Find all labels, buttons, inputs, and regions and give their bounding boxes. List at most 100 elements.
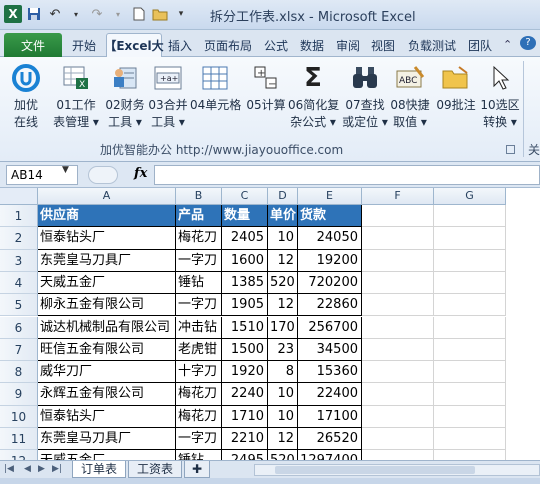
table-cell[interactable]: 1600 bbox=[222, 249, 268, 272]
new-document-icon[interactable] bbox=[130, 5, 148, 23]
table-cell[interactable]: 威华刀厂 bbox=[38, 361, 176, 384]
sheet-tab-orders[interactable]: 订单表 bbox=[72, 461, 126, 478]
table-cell[interactable]: 十字刀 bbox=[176, 361, 222, 384]
row-header[interactable]: 2 bbox=[0, 227, 38, 250]
empty-cell[interactable] bbox=[434, 271, 506, 295]
column-header[interactable]: B bbox=[176, 188, 222, 205]
table-cell[interactable]: 8 bbox=[268, 361, 298, 384]
row-header[interactable]: 4 bbox=[0, 271, 38, 295]
dropdown-icon[interactable]: ▾ bbox=[109, 5, 127, 23]
calculate-button[interactable]: + − 05计算 bbox=[242, 63, 290, 114]
table-cell[interactable]: 一字刀 bbox=[176, 428, 222, 451]
table-cell[interactable]: 梅花刀 bbox=[176, 405, 222, 428]
tab-team[interactable]: 团队 bbox=[464, 33, 496, 57]
help-icon[interactable]: ? bbox=[520, 36, 536, 50]
table-cell[interactable]: 24050 bbox=[298, 227, 362, 250]
empty-cell[interactable] bbox=[434, 428, 506, 451]
customize-toolbar-icon[interactable]: ▾ bbox=[172, 5, 190, 23]
row-header[interactable]: 11 bbox=[0, 428, 38, 451]
empty-cell[interactable] bbox=[362, 383, 434, 406]
table-cell[interactable]: 23 bbox=[268, 338, 298, 362]
table-cell[interactable]: 1920 bbox=[222, 361, 268, 384]
table-cell[interactable]: 15360 bbox=[298, 361, 362, 384]
formula-input[interactable] bbox=[154, 165, 540, 185]
table-cell[interactable]: 12 bbox=[268, 249, 298, 272]
tab-formulas[interactable]: 公式 bbox=[260, 33, 292, 57]
table-cell[interactable]: 1905 bbox=[222, 294, 268, 317]
table-header-cell[interactable]: 数量 bbox=[222, 205, 268, 228]
table-cell[interactable]: 柳永五金有限公司 bbox=[38, 294, 176, 317]
empty-cell[interactable] bbox=[362, 428, 434, 451]
table-cell[interactable]: 12 bbox=[268, 294, 298, 317]
empty-cell[interactable] bbox=[434, 338, 506, 362]
column-header[interactable]: F bbox=[362, 188, 434, 205]
column-header[interactable]: D bbox=[268, 188, 298, 205]
open-folder-icon[interactable] bbox=[151, 5, 169, 23]
table-header-cell[interactable]: 货款 bbox=[298, 205, 362, 228]
comment-button[interactable]: 09批注 bbox=[432, 63, 480, 114]
table-cell[interactable]: 256700 bbox=[298, 316, 362, 339]
dialog-launcher-icon[interactable] bbox=[506, 145, 515, 154]
table-cell[interactable]: 10 bbox=[268, 405, 298, 428]
empty-cell[interactable] bbox=[362, 249, 434, 272]
table-cell[interactable]: 34500 bbox=[298, 338, 362, 362]
table-header-cell[interactable]: 产品 bbox=[176, 205, 222, 228]
row-header[interactable]: 6 bbox=[0, 316, 38, 339]
table-cell[interactable]: 一字刀 bbox=[176, 249, 222, 272]
empty-cell[interactable] bbox=[362, 294, 434, 317]
table-cell[interactable]: 1500 bbox=[222, 338, 268, 362]
table-cell[interactable]: 1385 bbox=[222, 271, 268, 295]
empty-cell[interactable] bbox=[362, 316, 434, 339]
row-header[interactable]: 3 bbox=[0, 249, 38, 272]
table-cell[interactable]: 东莞皇马刀具厂 bbox=[38, 428, 176, 451]
table-cell[interactable]: 冲击钻 bbox=[176, 316, 222, 339]
sheet-tab-salary[interactable]: 工资表 bbox=[128, 461, 182, 478]
table-cell[interactable]: 永辉五金有限公司 bbox=[38, 383, 176, 406]
worksheet-manage-button[interactable]: X 01工作 表管理 ▾ bbox=[52, 63, 100, 131]
table-cell[interactable]: 2240 bbox=[222, 383, 268, 406]
empty-cell[interactable] bbox=[434, 405, 506, 428]
table-header-cell[interactable]: 单价 bbox=[268, 205, 298, 228]
redo-icon[interactable]: ↷ bbox=[88, 5, 106, 23]
empty-cell[interactable] bbox=[362, 361, 434, 384]
table-cell[interactable]: 老虎钳 bbox=[176, 338, 222, 362]
row-header[interactable]: 10 bbox=[0, 405, 38, 428]
insert-function-icon[interactable]: fx bbox=[134, 166, 147, 181]
row-header[interactable]: 5 bbox=[0, 294, 38, 317]
table-header-cell[interactable]: 供应商 bbox=[38, 205, 176, 228]
column-header[interactable]: G bbox=[434, 188, 506, 205]
tab-data[interactable]: 数据 bbox=[296, 33, 328, 57]
tab-file[interactable]: 文件 bbox=[4, 33, 62, 57]
quick-value-button[interactable]: ABC 08快捷 取值 ▾ bbox=[386, 63, 434, 131]
table-cell[interactable]: 诚达机械制品有限公司 bbox=[38, 316, 176, 339]
empty-cell[interactable] bbox=[434, 205, 506, 228]
select-all-corner[interactable] bbox=[0, 188, 38, 205]
tab-excel-tools[interactable]: 【Excel大 bbox=[104, 33, 164, 57]
table-cell[interactable]: 恒泰钻头厂 bbox=[38, 405, 176, 428]
tab-home[interactable]: 开始 bbox=[66, 33, 102, 57]
last-sheet-icon[interactable]: ▶| bbox=[52, 464, 62, 474]
finance-tools-button[interactable]: 02财务 工具 ▾ bbox=[101, 63, 149, 131]
table-cell[interactable]: 10 bbox=[268, 227, 298, 250]
row-header[interactable]: 7 bbox=[0, 338, 38, 362]
first-sheet-icon[interactable]: |◀ bbox=[4, 464, 14, 474]
table-cell[interactable]: 19200 bbox=[298, 249, 362, 272]
column-header[interactable]: E bbox=[298, 188, 362, 205]
column-header[interactable]: A bbox=[38, 188, 176, 205]
find-locate-button[interactable]: 07查找 或定位 ▾ bbox=[341, 63, 389, 131]
table-cell[interactable]: 170 bbox=[268, 316, 298, 339]
collapse-ribbon-icon[interactable]: ⌃ bbox=[503, 38, 512, 51]
worksheet-grid[interactable]: A B C D E F G 1 供应商 产品 数量 单价 货款 2 恒泰钻头厂 梅花刀 2405 10 24050 3… bbox=[0, 188, 540, 464]
table-cell[interactable]: 22400 bbox=[298, 383, 362, 406]
horizontal-scrollbar[interactable] bbox=[254, 464, 540, 476]
table-cell[interactable]: 梅花刀 bbox=[176, 227, 222, 250]
empty-cell[interactable] bbox=[362, 405, 434, 428]
table-cell[interactable]: 22860 bbox=[298, 294, 362, 317]
merge-tools-button[interactable]: +a+ 03合并 工具 ▾ bbox=[144, 63, 192, 131]
table-cell[interactable]: 旺信五金有限公司 bbox=[38, 338, 176, 362]
jiayou-online-button[interactable]: 加优 在线 bbox=[6, 63, 46, 131]
next-sheet-icon[interactable]: ▶ bbox=[38, 464, 45, 474]
table-cell[interactable]: 恒泰钻头厂 bbox=[38, 227, 176, 250]
empty-cell[interactable] bbox=[434, 227, 506, 250]
table-cell[interactable]: 梅花刀 bbox=[176, 383, 222, 406]
